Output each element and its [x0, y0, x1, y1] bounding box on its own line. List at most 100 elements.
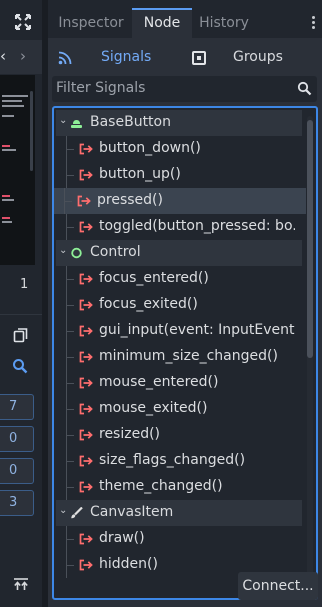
- signal-label: size_flags_changed(): [99, 452, 246, 468]
- groups-label: Groups: [233, 49, 283, 65]
- category-label: CanvasItem: [90, 504, 174, 520]
- signal-icon: [79, 169, 93, 181]
- fullscreen-icon[interactable]: [14, 13, 32, 31]
- tab-node[interactable]: Node: [132, 8, 192, 38]
- signal-item[interactable]: toggled(button_pressed: bo...: [56, 214, 302, 240]
- signal-category[interactable]: ⌄ CanvasItem: [56, 500, 302, 526]
- canvas-item-icon: [71, 507, 83, 519]
- tree-guide-hook: [66, 149, 74, 150]
- signal-category[interactable]: ⌄ BaseButton: [56, 110, 302, 136]
- collapse-bottom-icon[interactable]: [13, 576, 29, 592]
- signal-item[interactable]: focus_entered(): [56, 266, 302, 292]
- signal-item[interactable]: gui_input(event: InputEvent): [56, 318, 302, 344]
- signal-label: draw(): [99, 530, 145, 546]
- signal-icon: [77, 195, 91, 207]
- signal-icon: [79, 221, 93, 233]
- signal-tree[interactable]: hidden() draw() ⌄ CanvasItem theme_changed()…: [52, 106, 318, 600]
- signal-label: button_up(): [99, 166, 181, 182]
- tree-guide-hook: [66, 461, 74, 462]
- signal-icon: [79, 377, 93, 389]
- chevron-down-icon[interactable]: ⌄: [59, 506, 69, 516]
- signal-label: toggled(button_pressed: bo...: [99, 218, 295, 234]
- connect-button[interactable]: Connect...: [238, 572, 318, 600]
- signal-item[interactable]: button_up(): [56, 162, 302, 188]
- tree-scrollbar[interactable]: [307, 116, 313, 594]
- tree-guide-hook: [66, 279, 74, 280]
- signal-item[interactable]: minimum_size_changed(): [56, 344, 302, 370]
- chevron-down-icon[interactable]: ⌄: [59, 246, 69, 256]
- divider: [0, 314, 42, 315]
- node-dock: Inspector Node History Signals Groups Fi…: [48, 0, 322, 607]
- control-icon: [71, 247, 82, 259]
- chevron-down-icon[interactable]: ⌄: [59, 116, 69, 126]
- editor-root: ‹ › 1 7 0 0 3 Inspector Node History Sig…: [0, 0, 322, 607]
- signal-label: hidden(): [99, 556, 158, 572]
- signal-item[interactable]: button_down(): [56, 136, 302, 162]
- filter-signals-input[interactable]: Filter Signals: [52, 76, 317, 102]
- forward-arrow-icon[interactable]: ›: [20, 47, 26, 65]
- search-icon[interactable]: [12, 358, 28, 374]
- signal-icon: [79, 299, 93, 311]
- script-minimap[interactable]: [0, 75, 35, 265]
- tree-guide-hook: [66, 331, 74, 332]
- tree-guide-hook: [66, 175, 74, 176]
- signal-item[interactable]: theme_changed(): [56, 474, 302, 500]
- value-field[interactable]: 0: [0, 426, 34, 452]
- signal-wifi-icon: [58, 51, 72, 65]
- signal-item[interactable]: size_flags_changed(): [56, 448, 302, 474]
- scrollbar-thumb[interactable]: [307, 120, 313, 358]
- tree-guide-hook: [66, 409, 74, 410]
- value-field[interactable]: 3: [0, 490, 34, 516]
- signal-icon: [79, 533, 93, 545]
- line-number: 1: [20, 277, 29, 292]
- signal-label: focus_entered(): [99, 270, 209, 286]
- signal-item[interactable]: mouse_exited(): [56, 396, 302, 422]
- category-label: Control: [90, 244, 141, 260]
- signal-item[interactable]: pressed(): [54, 188, 306, 214]
- signal-icon: [79, 429, 93, 441]
- signal-item[interactable]: focus_exited(): [56, 292, 302, 318]
- tree-guide-hook: [66, 357, 74, 358]
- mode-bar: Signals Groups: [48, 42, 322, 74]
- signal-label: mouse_entered(): [99, 374, 219, 390]
- signal-label: mouse_exited(): [99, 400, 208, 416]
- signal-label: minimum_size_changed(): [99, 348, 278, 364]
- search-icon: [297, 81, 312, 96]
- groups-icon: [192, 51, 206, 65]
- tree-guide-hook: [66, 435, 74, 436]
- signals-label: Signals: [101, 49, 152, 65]
- left-editor-strip: ‹ › 1 7 0 0 3: [0, 0, 42, 607]
- signal-category[interactable]: ⌄ Control: [56, 240, 302, 266]
- node-panel: Signals Groups Filter Signals hidden() dr…: [48, 38, 322, 607]
- signal-item[interactable]: resized(): [56, 422, 302, 448]
- signal-item[interactable]: draw(): [56, 526, 302, 552]
- tree-guide-hook: [66, 305, 74, 306]
- base-button-icon: [71, 120, 82, 128]
- tab-menu-icon[interactable]: [312, 16, 316, 30]
- tree-guide-hook: [66, 487, 74, 488]
- dock-tabs: Inspector Node History: [48, 8, 322, 38]
- signal-item[interactable]: mouse_entered(): [56, 370, 302, 396]
- groups-mode-button[interactable]: Groups: [186, 42, 316, 74]
- signal-label: focus_exited(): [99, 296, 198, 312]
- signal-icon: [79, 481, 93, 493]
- tab-history[interactable]: History: [192, 8, 256, 38]
- value-field[interactable]: 0: [0, 458, 34, 484]
- tree-guide-hook: [64, 201, 72, 202]
- signal-icon: [79, 351, 93, 363]
- tree-guide-hook: [66, 539, 74, 540]
- signal-label: button_down(): [99, 140, 201, 156]
- tab-inspector[interactable]: Inspector: [50, 8, 132, 38]
- back-arrow-icon[interactable]: ‹: [0, 47, 6, 65]
- value-field[interactable]: 7: [0, 394, 34, 420]
- signal-icon: [79, 559, 93, 571]
- copy-icon[interactable]: [13, 327, 29, 343]
- signal-label: gui_input(event: InputEvent): [99, 322, 295, 338]
- tree-guide-hook: [66, 565, 74, 566]
- signal-icon: [79, 325, 93, 337]
- signal-icon: [79, 143, 93, 155]
- signals-mode-button[interactable]: Signals: [54, 42, 180, 74]
- signal-icon: [79, 403, 93, 415]
- tree-guide-hook: [66, 383, 74, 384]
- nav-bar: ‹ ›: [0, 40, 42, 74]
